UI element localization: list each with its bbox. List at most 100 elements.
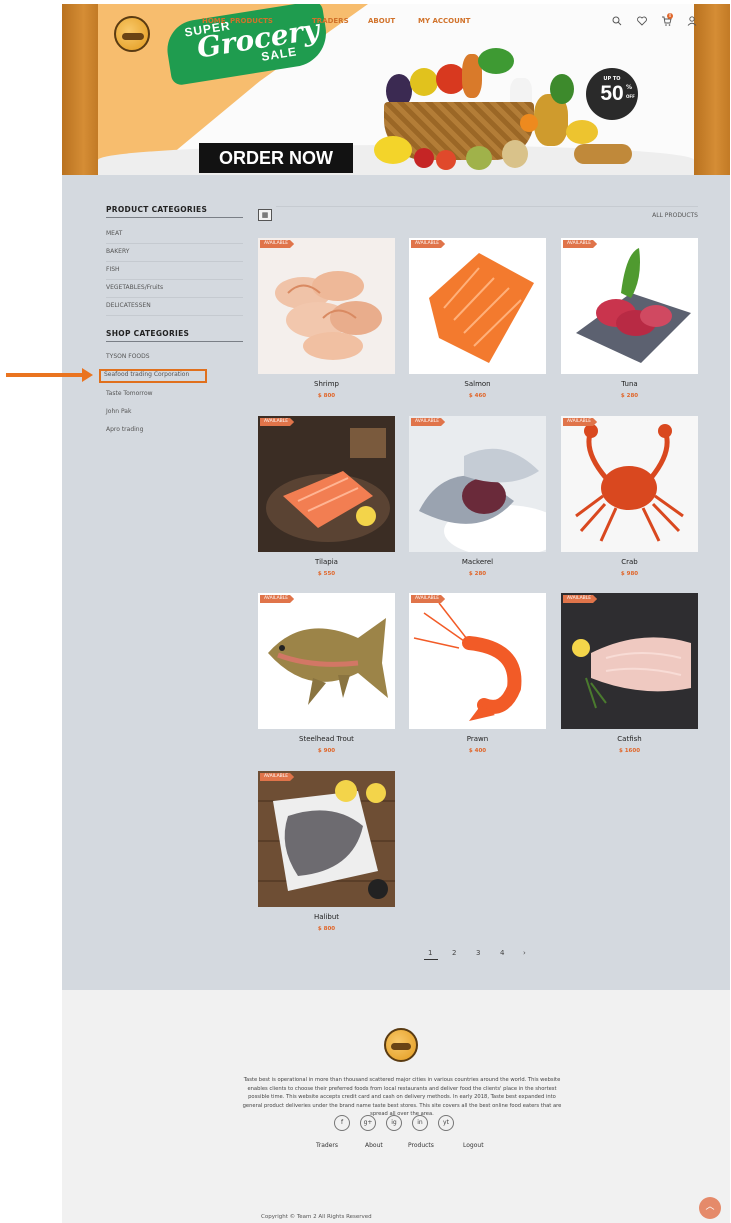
category-item-delicatessen[interactable]: DELICATESSEN xyxy=(106,298,243,316)
facebook-icon[interactable]: f xyxy=(334,1115,350,1131)
footer-link-traders[interactable]: Traders xyxy=(316,1142,338,1149)
hero-banner: SUPER Grocery SALE ORDER NOW UP TO 50 % … xyxy=(62,4,730,175)
category-item-bakery[interactable]: BAKERY xyxy=(106,244,243,262)
page-2-link[interactable]: 2 xyxy=(452,949,456,957)
product-price: $ 800 xyxy=(317,393,336,399)
category-item-fish[interactable]: FISH xyxy=(106,262,243,280)
user-icon[interactable] xyxy=(687,16,697,26)
scroll-to-top-button[interactable]: ︿ xyxy=(699,1197,721,1219)
availability-badge: AVAILABLE xyxy=(260,773,295,781)
grid-view-toggle[interactable]: ▦ xyxy=(258,209,272,221)
product-card-crab[interactable]: AVAILABLE Crab $ 980 xyxy=(561,416,698,577)
product-price: $ 400 xyxy=(468,748,487,754)
apple-shape xyxy=(436,150,456,170)
toolbar-rule xyxy=(276,206,698,207)
shop-item-tyson-foods[interactable]: TYSON FOODS xyxy=(106,349,243,367)
nav-traders[interactable]: TRADERS xyxy=(312,17,349,25)
product-name[interactable]: Prawn xyxy=(409,735,546,743)
product-name[interactable]: Tuna xyxy=(561,380,698,388)
shop-item-apro-trading[interactable]: Apro trading xyxy=(106,422,243,440)
promo-badge: UP TO 50 % OFF xyxy=(586,68,638,120)
trout-image xyxy=(258,593,395,729)
product-image[interactable]: AVAILABLE xyxy=(409,593,546,729)
product-card-halibut[interactable]: AVAILABLE Halibut $ 800 xyxy=(258,771,395,932)
chevron-up-icon: ︿ xyxy=(705,1202,715,1212)
product-name[interactable]: Halibut xyxy=(258,913,395,921)
product-card-tilapia[interactable]: AVAILABLE Tilapia $ 550 xyxy=(258,416,395,577)
product-card-salmon[interactable]: AVAILABLE Salmon $ 460 xyxy=(409,238,546,399)
youtube-icon[interactable]: yt xyxy=(438,1115,454,1131)
footer-logo[interactable] xyxy=(384,1028,418,1062)
product-image[interactable]: AVAILABLE xyxy=(561,238,698,374)
nav-about[interactable]: ABOUT xyxy=(368,17,395,25)
availability-badge: AVAILABLE xyxy=(260,418,295,426)
crab-image xyxy=(561,416,698,552)
next-page-link[interactable]: › xyxy=(523,949,526,957)
footer-link-logout[interactable]: Logout xyxy=(463,1142,484,1149)
availability-badge: AVAILABLE xyxy=(411,418,446,426)
copyright-text: Copyright © Team 2 All Rights Reserved xyxy=(261,1214,372,1220)
availability-badge: AVAILABLE xyxy=(260,240,295,248)
product-image[interactable]: AVAILABLE xyxy=(258,238,395,374)
product-card-tuna[interactable]: AVAILABLE Tuna $ 280 xyxy=(561,238,698,399)
product-name[interactable]: Crab xyxy=(561,558,698,566)
prawn-image xyxy=(409,593,546,729)
search-icon[interactable] xyxy=(612,16,622,26)
product-image[interactable]: AVAILABLE xyxy=(409,416,546,552)
product-card-steelhead-trout[interactable]: AVAILABLE Steelhead Trout $ 900 xyxy=(258,593,395,754)
salmon-image xyxy=(409,238,546,374)
shop-item-john-pak[interactable]: John Pak xyxy=(106,404,243,422)
annotation-arrow-icon xyxy=(82,368,93,382)
product-name[interactable]: Tilapia xyxy=(258,558,395,566)
promo-unit-text: % xyxy=(626,84,633,91)
footer-link-about[interactable]: About xyxy=(365,1142,383,1149)
product-image[interactable]: AVAILABLE xyxy=(258,771,395,907)
product-card-catfish[interactable]: AVAILABLE Catfish $ 1600 xyxy=(561,593,698,754)
product-card-prawn[interactable]: AVAILABLE Prawn $ 400 xyxy=(409,593,546,754)
footer-link-products[interactable]: Products xyxy=(408,1142,434,1149)
tilapia-image xyxy=(258,416,395,552)
product-image[interactable]: AVAILABLE xyxy=(258,593,395,729)
main-content: PRODUCT CATEGORIES MEAT BAKERY FISH VEGE… xyxy=(62,175,730,990)
product-image[interactable]: AVAILABLE xyxy=(409,238,546,374)
availability-badge: AVAILABLE xyxy=(411,595,446,603)
product-name[interactable]: Catfish xyxy=(561,735,698,743)
availability-badge: AVAILABLE xyxy=(260,595,295,603)
instagram-icon[interactable]: ig xyxy=(386,1115,402,1131)
shop-item-taste-tomorrow[interactable]: Taste Tomorrow xyxy=(106,386,243,404)
hero-wood-right xyxy=(694,4,730,175)
category-item-meat[interactable]: MEAT xyxy=(106,226,243,244)
product-name[interactable]: Mackerel xyxy=(409,558,546,566)
nav-home[interactable]: HOME xyxy=(202,17,226,25)
apple-shape xyxy=(414,148,434,168)
nav-products[interactable]: PRODUCTS xyxy=(230,17,273,25)
product-price: $ 550 xyxy=(317,571,336,577)
current-page-indicator xyxy=(424,959,438,960)
product-card-mackerel[interactable]: AVAILABLE Mackerel $ 280 xyxy=(409,416,546,577)
page-1-link[interactable]: 1 xyxy=(428,949,432,957)
availability-badge: AVAILABLE xyxy=(563,240,598,248)
product-price: $ 460 xyxy=(468,393,487,399)
product-image[interactable]: AVAILABLE xyxy=(561,416,698,552)
tuna-image xyxy=(561,238,698,374)
product-card-shrimp[interactable]: AVAILABLE Shrimp $ 800 xyxy=(258,238,395,399)
site-logo[interactable] xyxy=(114,16,150,52)
nav-my-account[interactable]: MY ACCOUNT xyxy=(418,17,470,25)
all-products-link[interactable]: ALL PRODUCTS xyxy=(652,212,698,219)
product-name[interactable]: Steelhead Trout xyxy=(258,735,395,743)
product-image[interactable]: AVAILABLE xyxy=(258,416,395,552)
google-plus-icon[interactable]: g+ xyxy=(360,1115,376,1131)
product-price: $ 800 xyxy=(317,926,336,932)
linkedin-icon[interactable]: in xyxy=(412,1115,428,1131)
order-now-button[interactable]: ORDER NOW xyxy=(199,143,353,173)
product-price: $ 280 xyxy=(620,393,639,399)
product-name[interactable]: Shrimp xyxy=(258,380,395,388)
heart-icon[interactable] xyxy=(637,16,647,26)
page-4-link[interactable]: 4 xyxy=(500,949,504,957)
product-image[interactable]: AVAILABLE xyxy=(561,593,698,729)
product-name[interactable]: Salmon xyxy=(409,380,546,388)
category-item-vegetables[interactable]: VEGETABLES/Fruits xyxy=(106,280,243,298)
page-3-link[interactable]: 3 xyxy=(476,949,480,957)
product-categories-rule xyxy=(106,217,243,218)
catfish-image xyxy=(561,593,698,729)
